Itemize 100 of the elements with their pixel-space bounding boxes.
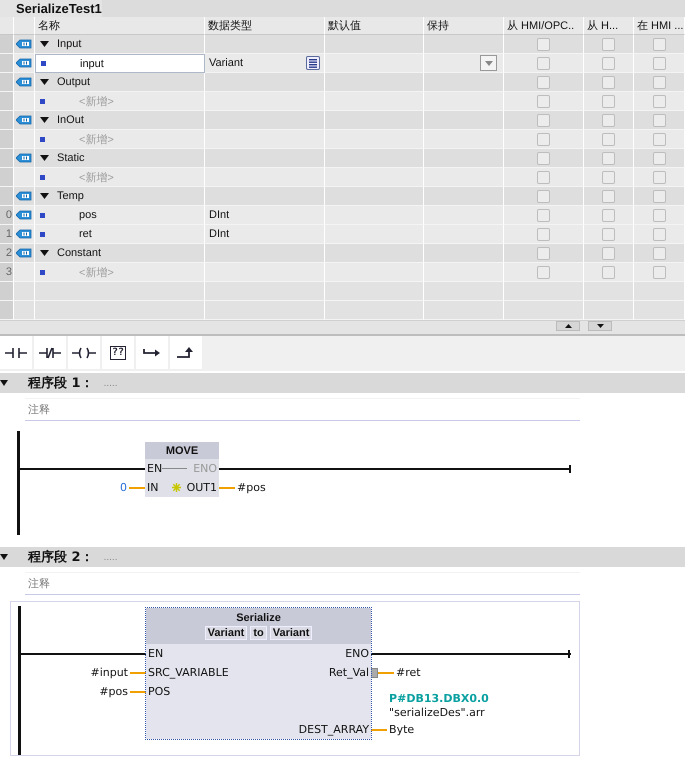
scroll-down-button[interactable] <box>588 321 612 331</box>
section-name: InOut <box>57 114 84 126</box>
checkbox[interactable] <box>537 132 550 146</box>
wire <box>130 672 146 674</box>
function-box[interactable]: Serialize Variant to Variant EN SRC_VARIABLE POS ENO Ret_Val DEST_ARRAY <box>146 608 372 739</box>
checkbox[interactable] <box>602 114 615 126</box>
down-arrow-icon <box>596 324 604 328</box>
table-cell <box>14 282 35 301</box>
wire <box>371 728 388 730</box>
checkbox[interactable] <box>602 38 615 50</box>
column-header[interactable]: 保持 <box>424 17 504 35</box>
toolbar-button[interactable] <box>136 336 168 369</box>
operand[interactable]: "serializeDes".arr <box>389 706 489 720</box>
empty-box-button[interactable]: ?? <box>102 336 134 369</box>
toolbar-button[interactable] <box>34 336 66 369</box>
checkbox[interactable] <box>602 132 615 146</box>
wire <box>129 486 145 488</box>
collapse-arrow-icon[interactable] <box>40 79 49 85</box>
checkbox[interactable] <box>602 56 615 70</box>
section-name: Input <box>57 38 82 50</box>
operand[interactable]: #pos <box>99 685 128 698</box>
network-title: 程序段 1： <box>28 374 94 392</box>
checkbox[interactable] <box>652 56 666 70</box>
checkbox[interactable] <box>537 152 550 164</box>
checkbox[interactable] <box>652 208 666 222</box>
column-header[interactable]: 默认值 <box>325 17 424 35</box>
checkbox[interactable] <box>652 114 666 126</box>
row-number <box>0 92 14 111</box>
collapse-arrow-icon[interactable] <box>40 155 49 161</box>
operand[interactable]: #input <box>90 666 128 679</box>
toolbar-button[interactable] <box>170 336 202 369</box>
address-label: P#DB13.DBX0.0 <box>389 692 489 706</box>
column-header[interactable]: 从 H... <box>584 17 634 35</box>
checkbox[interactable] <box>537 170 550 184</box>
toolbar-button[interactable] <box>68 336 100 369</box>
checkbox[interactable] <box>602 94 615 108</box>
checkbox[interactable] <box>652 94 666 108</box>
checkbox[interactable] <box>602 76 615 88</box>
operand[interactable]: #ret <box>396 666 421 679</box>
checkbox[interactable] <box>537 56 550 70</box>
retain-dropdown[interactable] <box>480 55 497 71</box>
collapse-arrow-icon[interactable] <box>40 193 49 199</box>
checkbox[interactable] <box>652 38 666 50</box>
column-header[interactable]: 从 HMI/OPC.. <box>504 17 584 35</box>
constant-operand[interactable]: 0 <box>120 481 127 494</box>
checkbox[interactable] <box>652 132 666 146</box>
checkbox[interactable] <box>652 152 666 164</box>
checkbox[interactable] <box>652 266 666 278</box>
pin-label: DEST_ARRAY <box>298 722 370 738</box>
checkbox[interactable] <box>652 246 666 260</box>
toolbar-button[interactable] <box>0 336 32 369</box>
coil-icon <box>72 346 96 358</box>
type-list-button[interactable] <box>306 56 320 70</box>
collapse-arrow-icon[interactable] <box>40 117 49 123</box>
checkbox[interactable] <box>537 246 550 260</box>
checkbox[interactable] <box>602 246 615 260</box>
comment-field[interactable]: 注释 <box>25 572 580 595</box>
collapse-arrow-icon[interactable] <box>40 41 49 47</box>
network-comment-dots: ..... <box>104 552 118 562</box>
variable-icon <box>40 98 45 104</box>
checkbox[interactable] <box>652 190 666 202</box>
checkbox[interactable] <box>537 94 550 108</box>
comment-field[interactable]: 注释 <box>25 398 580 421</box>
name-field[interactable]: input <box>35 54 205 73</box>
checkbox[interactable] <box>602 170 615 184</box>
operand[interactable]: Byte <box>389 723 414 736</box>
operand[interactable]: #pos <box>237 481 266 494</box>
checkbox[interactable] <box>602 152 615 164</box>
up-arrow-icon <box>564 324 572 328</box>
wire <box>378 672 394 674</box>
pin-label: Ret_Val <box>328 665 370 681</box>
checkbox[interactable] <box>537 38 550 50</box>
column-header[interactable]: 数据类型 <box>205 17 325 35</box>
checkbox[interactable] <box>537 114 550 126</box>
checkbox[interactable] <box>602 228 615 240</box>
variable-icon <box>40 270 45 274</box>
checkbox[interactable] <box>652 76 666 88</box>
collapse-arrow-icon[interactable] <box>0 554 8 560</box>
checkbox[interactable] <box>537 76 550 88</box>
checkbox[interactable] <box>602 190 615 202</box>
column-header[interactable]: 在 HMI ... <box>634 17 685 35</box>
checkbox[interactable] <box>537 228 550 240</box>
checkbox[interactable] <box>652 170 666 184</box>
collapse-arrow-icon[interactable] <box>0 380 8 386</box>
pin-label: EN <box>148 646 164 662</box>
scroll-up-button[interactable] <box>556 321 580 331</box>
column-header[interactable]: 名称 <box>35 17 205 35</box>
checkbox[interactable] <box>602 266 615 278</box>
checkbox[interactable] <box>537 266 550 278</box>
variable-name: pos <box>78 209 97 221</box>
collapse-arrow-icon[interactable] <box>40 250 49 256</box>
type-label[interactable]: to <box>250 626 267 640</box>
checkbox[interactable] <box>602 208 615 222</box>
pin-label: EN <box>147 461 162 477</box>
checkbox[interactable] <box>537 190 550 202</box>
checkbox[interactable] <box>537 208 550 222</box>
wire <box>219 486 236 488</box>
type-label[interactable]: Variant <box>270 626 312 640</box>
checkbox[interactable] <box>652 228 666 240</box>
type-label[interactable]: Variant <box>204 626 248 640</box>
